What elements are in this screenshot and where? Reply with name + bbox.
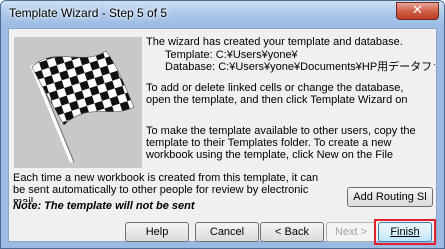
checkered-flag-icon — [14, 37, 142, 168]
cancel-label: Cancel — [209, 226, 245, 238]
back-label: < Back — [275, 226, 309, 238]
add-routing-slip-button[interactable]: Add Routing Sl — [347, 187, 433, 207]
share-instructions-line-3: workbook using the template, click New o… — [146, 149, 394, 161]
database-path: Database: C:¥Users¥yone¥Documents¥HP用データ… — [165, 61, 435, 73]
routing-note: Note: The template will not be sent — [13, 200, 195, 212]
title-bar[interactable]: Template Wizard - Step 5 of 5 ✕ — [1, 1, 444, 27]
help-label: Help — [145, 226, 169, 238]
wizard-window: Template Wizard - Step 5 of 5 ✕ The wiza… — [0, 0, 445, 249]
finish-label: Finish — [390, 226, 420, 238]
back-button[interactable]: < Back — [260, 222, 324, 242]
cancel-button[interactable]: Cancel — [195, 222, 259, 242]
finish-button[interactable]: Finish — [378, 222, 432, 242]
next-button[interactable]: Next > — [326, 222, 376, 242]
checkered-flag-image — [14, 37, 142, 168]
help-button[interactable]: Help — [125, 222, 189, 242]
window-title: Template Wizard - Step 5 of 5 — [9, 6, 168, 20]
close-icon[interactable]: ✕ — [396, 2, 439, 20]
summary-text: The wizard has created your template and… — [146, 36, 403, 48]
add-routing-slip-label: Add Routing Sl — [353, 191, 427, 203]
wizard-content: The wizard has created your template and… — [8, 28, 437, 245]
next-label: Next > — [334, 226, 368, 238]
edit-instructions-line-2: open the template, and then click Templa… — [146, 94, 408, 106]
